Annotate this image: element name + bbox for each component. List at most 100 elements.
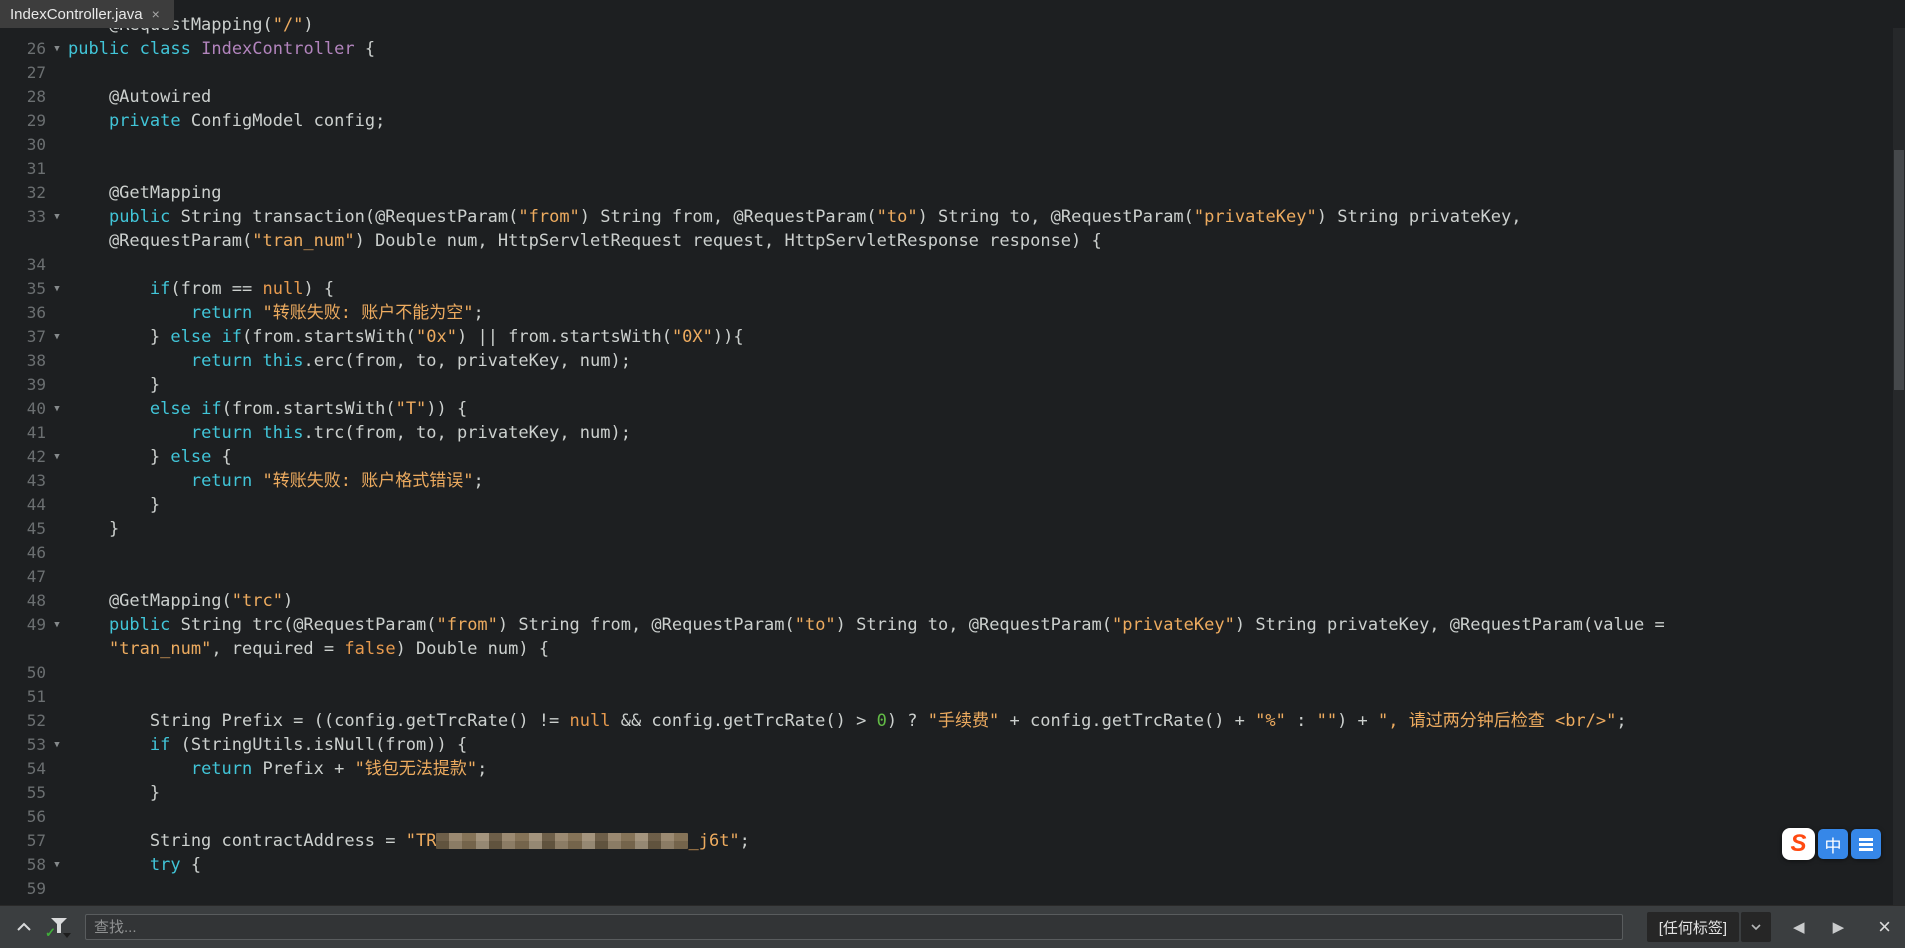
- line-number: [0, 637, 46, 661]
- code-area[interactable]: @RequestMapping("/")26▼public class Inde…: [0, 13, 1893, 901]
- tab-indexcontroller[interactable]: IndexController.java ×: [0, 0, 174, 28]
- code-line[interactable]: "tran_num", required = false) Double num…: [0, 637, 1893, 661]
- line-number: 39: [0, 373, 46, 397]
- token: @RequestParam(: [68, 231, 252, 251]
- code-line[interactable]: 32 @GetMapping: [0, 181, 1893, 205]
- code-line[interactable]: 55 }: [0, 781, 1893, 805]
- token: [68, 279, 150, 299]
- code-text: return this.trc(from, to, privateKey, nu…: [68, 421, 631, 445]
- scrollbar-thumb[interactable]: [1894, 150, 1904, 390]
- line-number: 51: [0, 685, 46, 709]
- token: ;: [473, 303, 483, 323]
- ime-language-badge[interactable]: 中: [1818, 829, 1848, 859]
- fold-arrow-icon[interactable]: ▼: [46, 37, 68, 61]
- ime-status-widget[interactable]: S 中: [1782, 828, 1881, 860]
- token: [252, 423, 262, 443]
- line-number: 45: [0, 517, 46, 541]
- token: "钱包无法提款": [355, 759, 477, 779]
- line-number: 34: [0, 253, 46, 277]
- code-line[interactable]: 56: [0, 805, 1893, 829]
- fold-arrow-icon[interactable]: ▼: [46, 445, 68, 469]
- code-line[interactable]: 38 return this.erc(from, to, privateKey,…: [0, 349, 1893, 373]
- token: ;: [477, 759, 487, 779]
- code-line[interactable]: 41 return this.trc(from, to, privateKey,…: [0, 421, 1893, 445]
- code-line[interactable]: 58▼ try {: [0, 853, 1893, 877]
- fold-spacer: [46, 157, 68, 181]
- code-line[interactable]: 54 return Prefix + "钱包无法提款";: [0, 757, 1893, 781]
- code-line[interactable]: 34: [0, 253, 1893, 277]
- find-options-button[interactable]: ✓: [47, 916, 71, 938]
- code-line[interactable]: 39 }: [0, 373, 1893, 397]
- code-text: String Prefix = ((config.getTrcRate() !=…: [68, 709, 1627, 733]
- code-line[interactable]: 47: [0, 565, 1893, 589]
- fold-spacer: [46, 541, 68, 565]
- collapse-findbar-button[interactable]: [14, 922, 34, 932]
- token: "to": [877, 207, 918, 227]
- code-line[interactable]: 53▼ if (StringUtils.isNull(from)) {: [0, 733, 1893, 757]
- code-line[interactable]: 40▼ else if(from.startsWith("T")) {: [0, 397, 1893, 421]
- token: if: [150, 279, 170, 299]
- token: ) String to, @RequestParam(: [918, 207, 1194, 227]
- search-input[interactable]: [85, 914, 1623, 940]
- code-line[interactable]: 46: [0, 541, 1893, 565]
- fold-arrow-icon[interactable]: ▼: [46, 397, 68, 421]
- find-previous-button[interactable]: ◀: [1793, 920, 1805, 935]
- code-line[interactable]: 51: [0, 685, 1893, 709]
- code-line[interactable]: 30: [0, 133, 1893, 157]
- token: ConfigModel config;: [181, 111, 386, 131]
- token: ) {: [303, 279, 334, 299]
- code-line[interactable]: 31: [0, 157, 1893, 181]
- code-line[interactable]: 26▼public class IndexController {: [0, 37, 1893, 61]
- code-line[interactable]: 29 private ConfigModel config;: [0, 109, 1893, 133]
- fold-arrow-icon[interactable]: ▼: [46, 853, 68, 877]
- fold-arrow-icon[interactable]: ▼: [46, 613, 68, 637]
- code-line[interactable]: @RequestParam("tran_num") Double num, Ht…: [0, 229, 1893, 253]
- code-line[interactable]: 36 return "转账失败: 账户不能为空";: [0, 301, 1893, 325]
- code-line[interactable]: 43 return "转账失败: 账户格式错误";: [0, 469, 1893, 493]
- line-number: 27: [0, 61, 46, 85]
- token: "trc": [232, 591, 283, 611]
- tag-filter-dropdown[interactable]: [任何标签]: [1647, 912, 1771, 942]
- code-line[interactable]: 35▼ if(from == null) {: [0, 277, 1893, 301]
- token: .erc(from, to, privateKey, num);: [303, 351, 631, 371]
- tag-filter-caret[interactable]: [1741, 912, 1771, 942]
- token: "privateKey": [1194, 207, 1317, 227]
- token: return: [191, 471, 252, 491]
- token: [68, 423, 191, 443]
- token: [191, 399, 201, 419]
- line-number: 49: [0, 613, 46, 637]
- code-line[interactable]: 27: [0, 61, 1893, 85]
- fold-arrow-icon[interactable]: ▼: [46, 205, 68, 229]
- vertical-scrollbar[interactable]: [1893, 28, 1905, 905]
- find-next-button[interactable]: ▶: [1833, 920, 1845, 935]
- code-line[interactable]: 33▼ public String transaction(@RequestPa…: [0, 205, 1893, 229]
- tab-close-icon[interactable]: ×: [152, 7, 160, 21]
- code-line[interactable]: 50: [0, 661, 1893, 685]
- code-line[interactable]: 48 @GetMapping("trc"): [0, 589, 1893, 613]
- fold-arrow-icon[interactable]: ▼: [46, 277, 68, 301]
- token: String trc(@RequestParam(: [170, 615, 436, 635]
- tag-filter-value[interactable]: [任何标签]: [1647, 912, 1739, 942]
- ime-tools-button[interactable]: [1851, 829, 1881, 859]
- code-line[interactable]: 49▼ public String trc(@RequestParam("fro…: [0, 613, 1893, 637]
- code-text: String contractAddress = "TR_j6t";: [68, 829, 750, 853]
- ime-logo-icon[interactable]: S: [1782, 828, 1815, 860]
- fold-arrow-icon[interactable]: ▼: [46, 733, 68, 757]
- code-line[interactable]: 44 }: [0, 493, 1893, 517]
- token: {: [355, 39, 375, 59]
- code-line[interactable]: 59: [0, 877, 1893, 901]
- token: + config.getTrcRate() +: [999, 711, 1255, 731]
- token: ) Double num, HttpServletRequest request…: [355, 231, 1102, 251]
- code-line[interactable]: 57 String contractAddress = "TR_j6t";: [0, 829, 1893, 853]
- fold-spacer: [46, 421, 68, 445]
- token: this: [263, 351, 304, 371]
- code-line[interactable]: 28 @Autowired: [0, 85, 1893, 109]
- code-line[interactable]: 52 String Prefix = ((config.getTrcRate()…: [0, 709, 1893, 733]
- fold-arrow-icon[interactable]: ▼: [46, 325, 68, 349]
- close-findbar-button[interactable]: ×: [1878, 916, 1891, 938]
- code-line[interactable]: 45 }: [0, 517, 1893, 541]
- code-line[interactable]: 37▼ } else if(from.startsWith("0x") || f…: [0, 325, 1893, 349]
- code-line[interactable]: @RequestMapping("/"): [0, 13, 1893, 37]
- code-line[interactable]: 42▼ } else {: [0, 445, 1893, 469]
- fold-spacer: [46, 61, 68, 85]
